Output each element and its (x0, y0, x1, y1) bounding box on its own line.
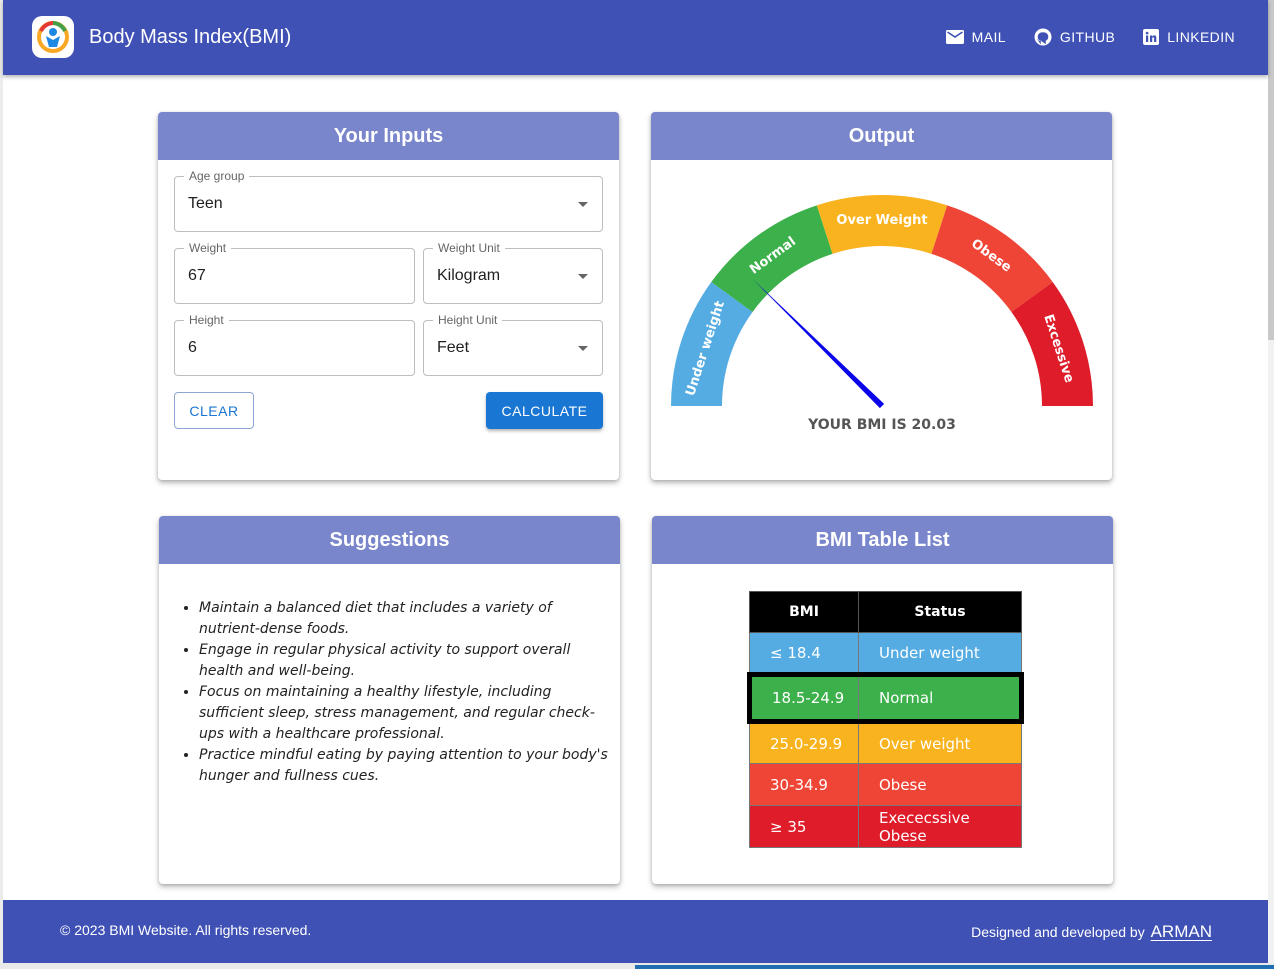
status-cell: Over weight (858, 721, 1022, 764)
status-cell: Under weight (858, 632, 1022, 675)
logo-icon (37, 21, 69, 53)
table-row: 18.5-24.9 Normal (747, 672, 1024, 724)
weight-unit-label: Weight Unit (433, 241, 505, 255)
nav-mail[interactable]: MAIL (945, 28, 1006, 46)
linkedin-icon (1143, 29, 1160, 45)
nav-github-label: GITHUB (1059, 29, 1116, 45)
gauge-segment-label: Over Weight (836, 213, 927, 228)
author-link[interactable]: ARMAN (1151, 922, 1212, 941)
app-bar: Body Mass Index(BMI) MAIL GITHUB LINKEDI (3, 0, 1268, 75)
nav-mail-label: MAIL (971, 29, 1006, 45)
suggestion-item: Focus on maintaining a healthy lifestyle… (199, 682, 609, 745)
suggestion-item: Maintain a balanced diet that includes a… (199, 598, 609, 640)
weight-value: 67 (188, 267, 206, 284)
weight-unit-select[interactable]: Weight Unit Kilogram (423, 241, 603, 304)
bmi-range-cell: ≥ 35 (749, 805, 859, 848)
calculate-button[interactable]: CALCULATE (486, 392, 603, 429)
bmi-gauge: Under weightNormalOver WeightObeseExcess… (671, 195, 1093, 433)
table-row: ≤ 18.4 Under weight (749, 632, 1022, 675)
chevron-down-icon (578, 274, 588, 279)
height-unit-value: Feet (437, 339, 470, 356)
status-cell: Obese (858, 763, 1022, 806)
github-icon (1034, 28, 1052, 46)
chevron-down-icon (578, 202, 588, 207)
gauge-needle (752, 279, 885, 409)
bmi-table-card: BMI Table List BMI Status ≤ 18.4 Under we… (652, 516, 1113, 884)
nav-linkedin-label: LINKEDIN (1167, 29, 1235, 45)
nav-github[interactable]: GITHUB (1034, 28, 1115, 46)
column-header-status: Status (858, 591, 1022, 633)
footer: © 2023 BMI Website. All rights reserved.… (3, 900, 1268, 963)
status-cell: Exececssive Obese (858, 805, 1022, 848)
age-group-value: Teen (188, 195, 223, 212)
top-nav: MAIL GITHUB LINKEDIN (945, 28, 1235, 46)
output-card-title: Output (651, 112, 1112, 160)
status-cell: Normal (858, 672, 1024, 724)
bmi-table: BMI Status ≤ 18.4 Under weight 18.5-24.9 No… (747, 591, 1024, 848)
taskbar-edge (0, 963, 1274, 969)
window-edge (0, 0, 3, 969)
column-header-bmi: BMI (749, 591, 859, 633)
chevron-down-icon (578, 346, 588, 351)
suggestion-item: Engage in regular physical activity to s… (199, 640, 609, 682)
suggestions-card-title: Suggestions (159, 516, 620, 564)
copyright-text: © 2023 BMI Website. All rights reserved. (60, 922, 312, 938)
output-card: Output Under weight Normal Over Weight Obes… (651, 112, 1112, 480)
inputs-card: Your Inputs Age group Teen Weight 67 Wei… (158, 112, 619, 480)
age-group-select[interactable]: Age group Teen (174, 169, 603, 232)
table-row: 30-34.9 Obese (749, 763, 1022, 806)
table-row: 25.0-29.9 Over weight (749, 721, 1022, 764)
height-input[interactable]: Height 6 (174, 313, 415, 376)
suggestion-item: Practice mindful eating by paying attent… (199, 745, 609, 787)
scrollbar-track[interactable] (1268, 0, 1274, 969)
table-header-row: BMI Status (749, 591, 1022, 633)
height-value: 6 (188, 339, 197, 356)
bmi-range-cell: ≤ 18.4 (749, 632, 859, 675)
mail-icon (945, 30, 964, 44)
weight-label: Weight (184, 241, 232, 255)
app-title: Body Mass Index(BMI) (89, 26, 292, 48)
clear-button[interactable]: CLEAR (174, 392, 254, 429)
height-label: Height (184, 313, 229, 327)
app-logo (32, 16, 74, 58)
inputs-card-title: Your Inputs (158, 112, 619, 160)
bmi-result-text: YOUR BMI IS 20.03 (807, 417, 956, 433)
bmi-range-cell: 25.0-29.9 (749, 721, 859, 764)
scrollbar-thumb[interactable] (1268, 0, 1274, 340)
bmi-range-cell: 30-34.9 (749, 763, 859, 806)
suggestions-list: Maintain a balanced diet that includes a… (199, 598, 609, 787)
height-unit-label: Height Unit (433, 313, 503, 327)
weight-input[interactable]: Weight 67 (174, 241, 415, 304)
table-row: ≥ 35 Exececssive Obese (749, 805, 1022, 848)
credit-text: Designed and developed by ARMAN (971, 922, 1212, 942)
suggestions-card: Suggestions Maintain a balanced diet tha… (159, 516, 620, 884)
height-unit-select[interactable]: Height Unit Feet (423, 313, 603, 376)
weight-unit-value: Kilogram (437, 267, 501, 284)
credit-label: Designed and developed by (971, 924, 1145, 940)
bmi-range-cell: 18.5-24.9 (747, 672, 859, 724)
nav-linkedin[interactable]: LINKEDIN (1143, 28, 1235, 46)
age-group-label: Age group (184, 169, 250, 183)
bmi-table-card-title: BMI Table List (652, 516, 1113, 564)
